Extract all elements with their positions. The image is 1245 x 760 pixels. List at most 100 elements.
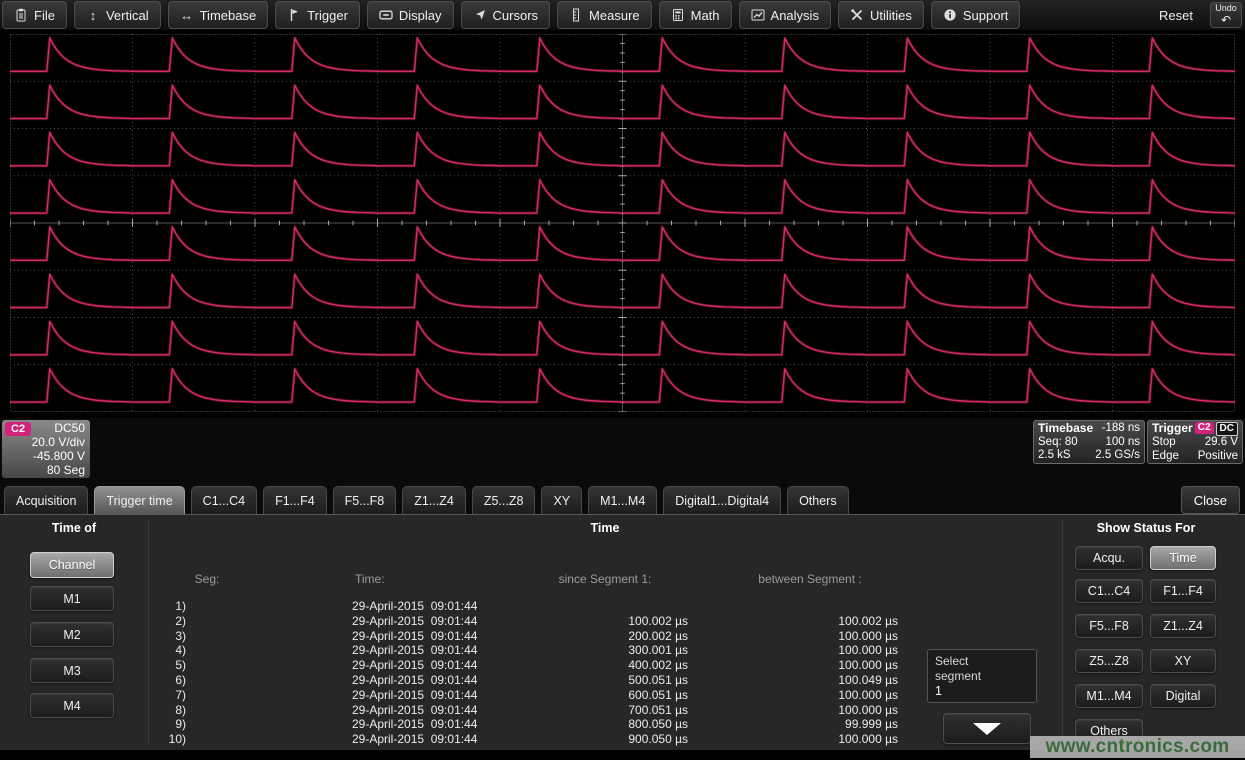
status-c1-c4-button[interactable]: C1...C4 [1075,579,1143,603]
tab-acquisition[interactable]: Acquisition [4,486,88,514]
status-acqu-button[interactable]: Acqu. [1075,546,1143,570]
trigger-mode: Stop [1152,436,1176,450]
tab-z5-z8[interactable]: Z5...Z8 [472,486,536,514]
cell-since: 100.002 µs [560,614,688,628]
show-status-title: Show Status For [1067,521,1225,535]
menu-label: File [34,8,55,23]
trigger-slope: Positive [1198,450,1238,464]
watermark: www.cntronics.com [1030,736,1245,758]
descriptor-bar: C2 DC50 20.0 V/div -45.800 V 80 Seg Time… [0,418,1245,484]
tab-c1-c4[interactable]: C1...C4 [191,486,257,514]
cell-since: 900.050 µs [560,732,688,746]
cell-since: 600.051 µs [560,688,688,702]
trigger-time-panel: Time of Time Show Status For Channel M1 M2… [0,514,1245,750]
status-digital-button[interactable]: Digital [1150,684,1216,708]
table-row: 5)29-April-2015 09:01:44400.002 µs100.00… [150,658,910,673]
menu-support-button[interactable]: Support [931,1,1021,29]
cell-between: 100.000 µs [770,643,898,657]
cell-time: 29-April-2015 09:01:44 [352,599,477,613]
menu-vertical-button[interactable]: ↕Vertical [74,1,161,29]
time-of-m4-button[interactable]: M4 [30,693,114,718]
waveform-display-area [0,30,1245,418]
cell-since: 300.001 µs [560,643,688,657]
select-segment-label: Select segment [935,654,997,684]
tab-z1-z4[interactable]: Z1...Z4 [402,486,466,514]
time-of-title: Time of [0,521,148,535]
cell-between: 100.000 µs [770,732,898,746]
tools-icon [850,8,864,22]
menu-display-button[interactable]: Display [367,1,454,29]
cell-seg: 9) [150,717,186,731]
menu-math-button[interactable]: Math [659,1,732,29]
menu-label: Cursors [493,8,539,23]
menu-utilities-button[interactable]: Utilities [838,1,924,29]
cell-time: 29-April-2015 09:01:44 [352,614,477,628]
cell-seg: 8) [150,703,186,717]
tab-xy[interactable]: XY [541,486,582,514]
cell-seg: 3) [150,629,186,643]
trigger-descriptor[interactable]: Trigger C2DC Stop29.6 V EdgePositive [1147,420,1243,464]
menu-label: Analysis [771,8,819,23]
menu-label: Support [963,8,1009,23]
undo-arrow-icon: ↶ [1221,14,1231,26]
tab-trigger-time[interactable]: Trigger time [94,486,184,514]
tab-f1-f4[interactable]: F1...F4 [263,486,327,514]
cell-between: 100.049 µs [770,673,898,687]
time-of-channel-button[interactable]: Channel [30,552,114,578]
tab-others[interactable]: Others [787,486,849,514]
time-of-m2-button[interactable]: M2 [30,622,114,647]
channel-offset: -45.800 V [33,449,85,463]
trigger-title: Trigger [1152,422,1193,436]
cell-time: 29-April-2015 09:01:44 [352,643,477,657]
menu-label: Timebase [200,8,257,23]
tab-m1-m4[interactable]: M1...M4 [588,486,657,514]
cell-time: 29-April-2015 09:01:44 [352,717,477,731]
status-xy-button[interactable]: XY [1150,649,1216,673]
menu-timebase-button[interactable]: ↔Timebase [168,1,269,29]
trigger-coupling-badge: DC [1216,422,1238,436]
menu-file-button[interactable]: File [2,1,67,29]
status-z1-z4-button[interactable]: Z1...Z4 [1150,614,1216,638]
status-z5-z8-button[interactable]: Z5...Z8 [1075,649,1143,673]
status-f5-f8-button[interactable]: F5...F8 [1075,614,1143,638]
cell-seg: 4) [150,643,186,657]
close-button[interactable]: Close [1181,486,1240,514]
menu-trigger-button[interactable]: Trigger [275,1,360,29]
cell-time: 29-April-2015 09:01:44 [352,703,477,717]
cell-time: 29-April-2015 09:01:44 [352,658,477,672]
calculator-icon [671,8,685,22]
timebase-descriptor[interactable]: Timebase-188 ns Seq: 80100 ns 2.5 kS2.5 … [1033,420,1145,464]
timebase-sequence: Seq: 80 [1038,436,1078,450]
menu-measure-button[interactable]: Measure [557,1,652,29]
status-f1-f4-button[interactable]: F1...F4 [1150,579,1216,603]
status-time-button[interactable]: Time [1150,546,1216,570]
cell-since: 200.002 µs [560,629,688,643]
trigger-flag-icon [287,8,301,22]
select-segment-field[interactable]: Select segment 1 [927,649,1037,703]
cell-seg: 1) [150,599,186,613]
menu-label: Vertical [106,8,149,23]
menu-analysis-button[interactable]: Analysis [739,1,831,29]
channel-segments: 80 Seg [47,463,85,477]
reset-button[interactable]: Reset [1159,0,1193,30]
channel-badge: C2 [5,422,31,436]
scroll-down-button[interactable] [943,713,1031,744]
cell-since: 400.002 µs [560,658,688,672]
ruler-icon [569,8,583,22]
monitor-icon [379,8,393,22]
undo-button[interactable]: Undo ↶ [1210,2,1242,28]
time-of-m1-button[interactable]: M1 [30,586,114,611]
time-of-m3-button[interactable]: M3 [30,658,114,683]
menu-cursors-button[interactable]: Cursors [461,1,551,29]
table-row: 2)29-April-2015 09:01:44100.002 µs100.00… [150,614,910,629]
menu-label: Trigger [307,8,348,23]
channel-c2-descriptor[interactable]: C2 DC50 20.0 V/div -45.800 V 80 Seg [2,420,90,478]
timebase-rate: 2.5 GS/s [1095,449,1140,463]
cell-seg: 5) [150,658,186,672]
table-row: 8)29-April-2015 09:01:44700.051 µs100.00… [150,703,910,718]
tab-digital1-digital4[interactable]: Digital1...Digital4 [663,486,781,514]
tab-f5-f8[interactable]: F5...F8 [333,486,397,514]
status-m1-m4-button[interactable]: M1...M4 [1075,684,1143,708]
cell-between: 100.000 µs [770,629,898,643]
cell-between: 100.000 µs [770,703,898,717]
